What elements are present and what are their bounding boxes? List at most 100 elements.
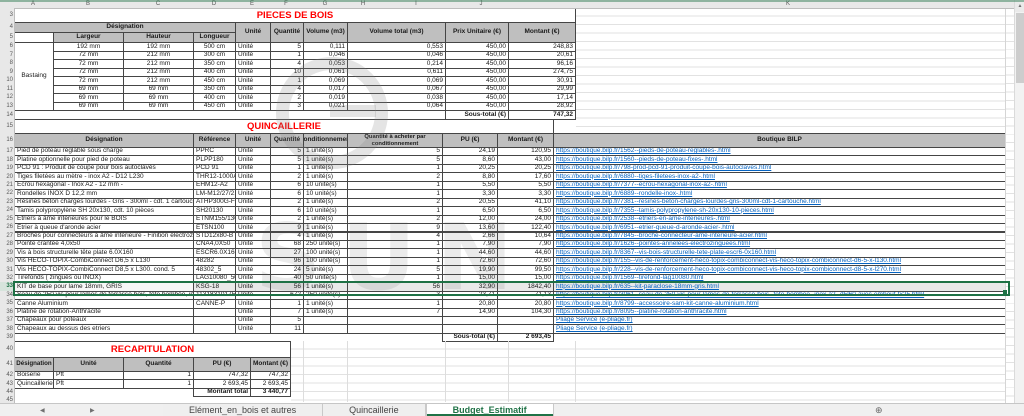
cell-volume[interactable]: 0,021	[303, 102, 348, 112]
row-header-10[interactable]: 10	[0, 76, 13, 85]
cell-designation[interactable]: Chapeaux au dessus des etriers	[14, 324, 194, 333]
tab-budget-estimatif[interactable]: Budget_Estimatif	[426, 404, 554, 416]
cell-a_acheter[interactable]	[347, 324, 443, 333]
cell-quantite[interactable]: 11	[270, 324, 304, 333]
header-q-5[interactable]: Quantité à acheter par conditionnement	[347, 133, 443, 148]
header-q-7[interactable]: Montant (€)	[497, 133, 554, 148]
row-header-29[interactable]: 29	[0, 248, 13, 256]
header-quantite[interactable]: Quantité	[270, 22, 304, 43]
row-header-18[interactable]: 18	[0, 155, 13, 163]
row-header-15[interactable]: 15	[0, 119, 13, 133]
row-header-23[interactable]: 23	[0, 198, 13, 206]
header-q-1[interactable]: Référence	[193, 133, 236, 148]
header-q-3[interactable]: Quantité	[270, 133, 304, 148]
row-header-9[interactable]: 9	[0, 68, 13, 77]
subtotal-label[interactable]: Sous-total (€)	[442, 333, 498, 343]
cell-longueur[interactable]: 450 cm	[193, 102, 236, 112]
cell-reference[interactable]	[193, 324, 236, 333]
row-header-13[interactable]: 13	[0, 102, 13, 111]
row-header-21[interactable]: 21	[0, 181, 13, 189]
pieces-de-bois-title[interactable]: PIECES DE BOIS	[14, 8, 576, 23]
row-header-45[interactable]: 45	[0, 396, 13, 403]
row-header-43[interactable]: 43	[0, 379, 13, 388]
row-header-26[interactable]: 26	[0, 223, 13, 231]
row-header-36[interactable]: 36	[0, 308, 13, 316]
header-q-0[interactable]: Désignation	[14, 133, 194, 148]
header-q-4[interactable]: Conditionnement	[303, 133, 348, 148]
header-unite[interactable]: Unité	[235, 22, 271, 43]
row-header-20[interactable]: 20	[0, 172, 13, 180]
row-header-32[interactable]: 32	[0, 274, 13, 282]
row-header-37[interactable]: 37	[0, 316, 13, 324]
boutique-link[interactable]: Pliage Service (e-pliage.fr)	[553, 324, 1006, 333]
row-header-3[interactable]: 3	[0, 8, 13, 22]
row-header-6[interactable]: 6	[0, 42, 13, 51]
vertical-scrollbar[interactable]: ▲	[1014, 0, 1024, 403]
header-r-3[interactable]: PU (€)	[193, 357, 251, 372]
gridlines	[576, 8, 1005, 133]
row-header-11[interactable]: 11	[0, 85, 13, 94]
gridline	[575, 341, 576, 402]
scrollbar-thumb[interactable]	[1016, 13, 1024, 83]
cell-quantite[interactable]: 3	[270, 102, 304, 112]
cell-largeur[interactable]: 69 mm	[53, 102, 124, 112]
cell-quantite[interactable]: 1	[123, 379, 194, 389]
row-header-24[interactable]: 24	[0, 206, 13, 214]
header-q-6[interactable]: PU (€)	[442, 133, 498, 148]
header-r-2[interactable]: Quantité	[123, 357, 194, 372]
header-r-4[interactable]: Montant (€)	[250, 357, 291, 372]
subtotal-value[interactable]: 2 693,45	[497, 333, 554, 343]
row-header-4[interactable]: 4	[0, 22, 13, 32]
row-header-14[interactable]: 14	[0, 110, 13, 119]
header-q-2[interactable]: Unité	[235, 133, 271, 148]
gridline	[445, 341, 446, 402]
row-header-31[interactable]: 31	[0, 265, 13, 273]
tab-element-en-bois-et-autres[interactable]: Elément_en_bois et autres	[163, 404, 323, 416]
row-header-35[interactable]: 35	[0, 299, 13, 307]
header-montant[interactable]: Montant (€)	[508, 22, 576, 43]
row-header-22[interactable]: 22	[0, 189, 13, 197]
row-header-39[interactable]: 39	[0, 333, 13, 342]
row-header-44[interactable]: 44	[0, 388, 13, 397]
row-header-40[interactable]: 40	[0, 341, 13, 357]
cell-volume_total[interactable]: 0,064	[347, 102, 446, 112]
recapitulation-title[interactable]: RECAPITULATION	[14, 341, 291, 358]
row-header-38[interactable]: 38	[0, 324, 13, 332]
header-r-0[interactable]: Désignation	[14, 357, 54, 372]
row-header-42[interactable]: 42	[0, 371, 13, 380]
header-prix_unitaire[interactable]: Prix Unitaire (€)	[445, 22, 509, 43]
cell-unite[interactable]: Pft	[53, 379, 124, 389]
cell-hauteur[interactable]: 69 mm	[123, 102, 194, 112]
row-header-5[interactable]: 5	[0, 32, 13, 42]
row-header-12[interactable]: 12	[0, 93, 13, 102]
header-r-1[interactable]: Unité	[53, 357, 124, 372]
cell-designation[interactable]: Quincaillerie	[14, 379, 54, 389]
row-header-25[interactable]: 25	[0, 215, 13, 223]
row-header-28[interactable]: 28	[0, 240, 13, 248]
header-volume[interactable]: Volume (m3)	[303, 22, 348, 43]
tab-quincaillerie[interactable]: Quincaillerie	[323, 404, 426, 416]
cell-unite[interactable]: Unité	[235, 324, 271, 333]
row-header-34[interactable]: 34	[0, 291, 13, 299]
header-volume_total[interactable]: Volume total (m3)	[347, 22, 446, 43]
tab-scroll-left-icon[interactable]: ◀	[40, 404, 45, 416]
row-header-17[interactable]: 17	[0, 147, 13, 155]
cell-conditionnement[interactable]	[303, 324, 348, 333]
total-value[interactable]: 3 440,77	[250, 388, 291, 398]
group-label[interactable]: Bastaing	[14, 42, 54, 111]
cell-unite[interactable]: Unité	[235, 102, 271, 112]
quincaillerie-title[interactable]: QUINCAILLERIE	[14, 119, 554, 134]
row-header-19[interactable]: 19	[0, 164, 13, 172]
row-header-30[interactable]: 30	[0, 257, 13, 265]
total-label[interactable]: Montant total	[193, 388, 251, 398]
tab-scroll-right-icon[interactable]: ▶	[90, 404, 95, 416]
row-header-41[interactable]: 41	[0, 357, 13, 371]
add-sheet-button[interactable]: ⊕	[875, 404, 883, 416]
row-header-27[interactable]: 27	[0, 232, 13, 240]
row-header-8[interactable]: 8	[0, 59, 13, 68]
header-q-8[interactable]: Boutique BILP	[553, 133, 1006, 148]
row-header-7[interactable]: 7	[0, 51, 13, 60]
row-header-33[interactable]: 33	[0, 282, 13, 290]
row-header-16[interactable]: 16	[0, 133, 13, 147]
gridline	[303, 341, 304, 402]
